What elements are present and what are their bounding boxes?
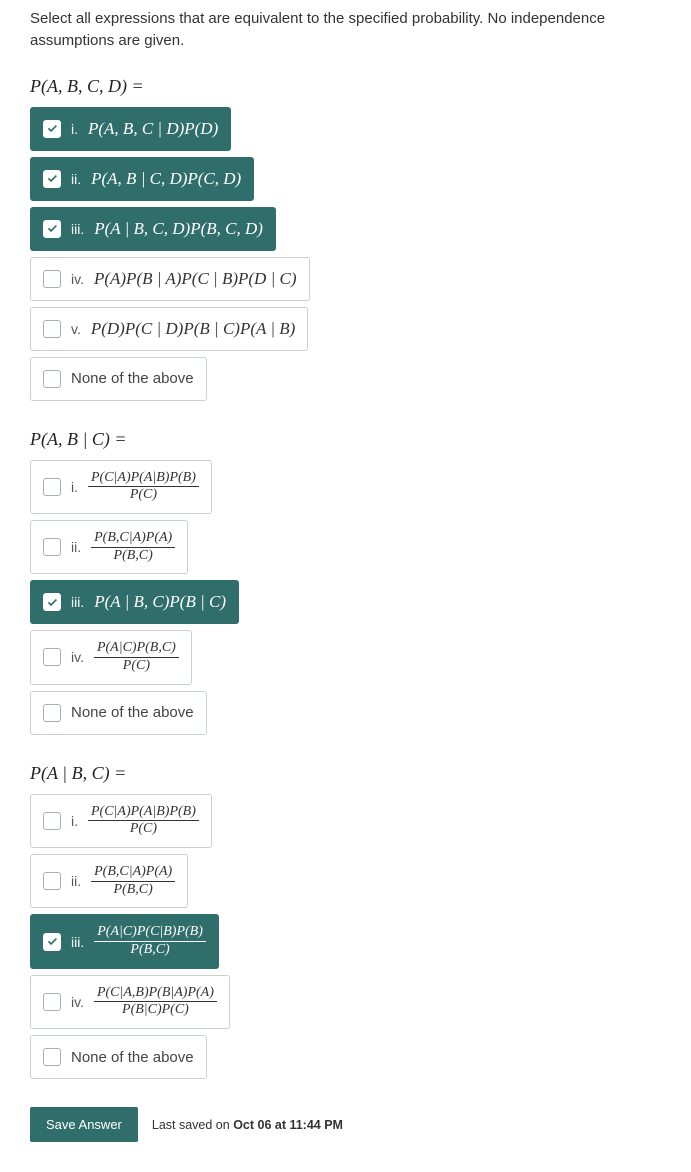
option-roman: iv.	[71, 649, 84, 665]
option-checkbox[interactable]	[43, 370, 61, 388]
question-block: P(A, B | C) =i.P(C|A)P(A|B)P(B)P(C)ii.P(…	[30, 429, 661, 735]
check-icon	[46, 596, 59, 609]
option-roman: iv.	[71, 271, 84, 287]
question-title: P(A | B, C) =	[30, 763, 661, 784]
fraction-denominator: P(C)	[88, 487, 199, 503]
option-none-label: None of the above	[71, 704, 194, 721]
option-choice[interactable]: i. P(C|A)P(A|B)P(B)P(C)	[30, 794, 212, 848]
option-choice[interactable]: i. P(C|A)P(A|B)P(B)P(C)	[30, 460, 212, 514]
option-roman: iii.	[71, 934, 84, 950]
option-checkbox[interactable]	[43, 1048, 61, 1066]
option-checkbox[interactable]	[43, 704, 61, 722]
fraction-denominator: P(B,C)	[91, 548, 175, 564]
fraction-denominator: P(C)	[94, 658, 179, 674]
option-choice[interactable]: iii. P(A | B, C, D)P(B, C, D)	[30, 207, 276, 251]
option-checkbox[interactable]	[43, 320, 61, 338]
fraction-numerator: P(A|C)P(C|B)P(B)	[94, 925, 206, 942]
option-roman: ii.	[71, 171, 81, 187]
option-checkbox[interactable]	[43, 593, 61, 611]
option-formula: P(A, B, C | D)P(D)	[88, 119, 218, 139]
check-icon	[46, 172, 59, 185]
option-none-label: None of the above	[71, 1049, 194, 1066]
option-roman: ii.	[71, 539, 81, 555]
option-formula: P(A, B | C, D)P(C, D)	[91, 169, 241, 189]
footer-row: Save Answer Last saved on Oct 06 at 11:4…	[30, 1107, 661, 1142]
option-choice[interactable]: ii. P(B,C|A)P(A)P(B,C)	[30, 854, 188, 908]
option-formula: P(D)P(C | D)P(B | C)P(A | B)	[91, 319, 295, 339]
fraction-denominator: P(C)	[88, 821, 199, 837]
option-formula-fraction: P(C|A)P(A|B)P(B)P(C)	[88, 471, 199, 503]
option-choice[interactable]: i. P(A, B, C | D)P(D)	[30, 107, 231, 151]
save-answer-button[interactable]: Save Answer	[30, 1107, 138, 1142]
option-roman: iii.	[71, 221, 84, 237]
option-roman: iv.	[71, 994, 84, 1010]
option-roman: i.	[71, 813, 78, 829]
option-checkbox[interactable]	[43, 993, 61, 1011]
option-formula-fraction: P(A|C)P(C|B)P(B)P(B,C)	[94, 925, 206, 957]
option-choice[interactable]: iii. P(A | B, C)P(B | C)	[30, 580, 239, 624]
check-icon	[46, 222, 59, 235]
fraction-denominator: P(B|C)P(C)	[94, 1002, 217, 1018]
option-checkbox[interactable]	[43, 648, 61, 666]
option-none[interactable]: None of the above	[30, 357, 207, 401]
option-checkbox[interactable]	[43, 538, 61, 556]
option-checkbox[interactable]	[43, 872, 61, 890]
question-title: P(A, B, C, D) =	[30, 76, 661, 97]
option-roman: i.	[71, 479, 78, 495]
option-choice[interactable]: ii. P(B,C|A)P(A)P(B,C)	[30, 520, 188, 574]
check-icon	[46, 935, 59, 948]
fraction-numerator: P(C|A)P(A|B)P(B)	[88, 471, 199, 488]
question-block: P(A, B, C, D) = i. P(A, B, C | D)P(D) ii. P(…	[30, 76, 661, 401]
option-formula-fraction: P(B,C|A)P(A)P(B,C)	[91, 531, 175, 563]
option-roman: iii.	[71, 594, 84, 610]
option-checkbox[interactable]	[43, 170, 61, 188]
option-formula: P(A | B, C, D)P(B, C, D)	[94, 219, 263, 239]
option-none[interactable]: None of the above	[30, 691, 207, 735]
question-title: P(A, B | C) =	[30, 429, 661, 450]
option-formula-fraction: P(A|C)P(B,C)P(C)	[94, 641, 179, 673]
option-checkbox[interactable]	[43, 478, 61, 496]
option-formula-fraction: P(C|A)P(A|B)P(B)P(C)	[88, 805, 199, 837]
fraction-numerator: P(C|A)P(A|B)P(B)	[88, 805, 199, 822]
last-saved-text: Last saved on Oct 06 at 11:44 PM	[152, 1118, 343, 1132]
option-checkbox[interactable]	[43, 812, 61, 830]
option-choice[interactable]: iii. P(A|C)P(C|B)P(B)P(B,C)	[30, 914, 219, 968]
option-choice[interactable]: iv. P(A)P(B | A)P(C | B)P(D | C)	[30, 257, 310, 301]
option-none[interactable]: None of the above	[30, 1035, 207, 1079]
option-roman: i.	[71, 121, 78, 137]
option-roman: v.	[71, 321, 81, 337]
check-icon	[46, 122, 59, 135]
option-checkbox[interactable]	[43, 270, 61, 288]
fraction-numerator: P(C|A,B)P(B|A)P(A)	[94, 986, 217, 1003]
option-checkbox[interactable]	[43, 120, 61, 138]
option-roman: ii.	[71, 873, 81, 889]
option-none-label: None of the above	[71, 370, 194, 387]
option-choice[interactable]: iv. P(A|C)P(B,C)P(C)	[30, 630, 192, 684]
instructions-text: Select all expressions that are equivale…	[30, 8, 661, 52]
fraction-numerator: P(B,C|A)P(A)	[91, 865, 175, 882]
fraction-denominator: P(B,C)	[91, 882, 175, 898]
option-choice[interactable]: ii. P(A, B | C, D)P(C, D)	[30, 157, 254, 201]
option-formula-fraction: P(B,C|A)P(A)P(B,C)	[91, 865, 175, 897]
option-formula-fraction: P(C|A,B)P(B|A)P(A)P(B|C)P(C)	[94, 986, 217, 1018]
option-checkbox[interactable]	[43, 220, 61, 238]
question-block: P(A | B, C) = i. P(C|A)P(A|B)P(B)P(C) ii. P(…	[30, 763, 661, 1080]
option-formula: P(A)P(B | A)P(C | B)P(D | C)	[94, 269, 297, 289]
fraction-denominator: P(B,C)	[94, 942, 206, 958]
fraction-numerator: P(A|C)P(B,C)	[94, 641, 179, 658]
fraction-numerator: P(B,C|A)P(A)	[91, 531, 175, 548]
option-choice[interactable]: v. P(D)P(C | D)P(B | C)P(A | B)	[30, 307, 308, 351]
option-formula: P(A | B, C)P(B | C)	[94, 592, 226, 612]
option-checkbox[interactable]	[43, 933, 61, 951]
option-choice[interactable]: iv. P(C|A,B)P(B|A)P(A)P(B|C)P(C)	[30, 975, 230, 1029]
